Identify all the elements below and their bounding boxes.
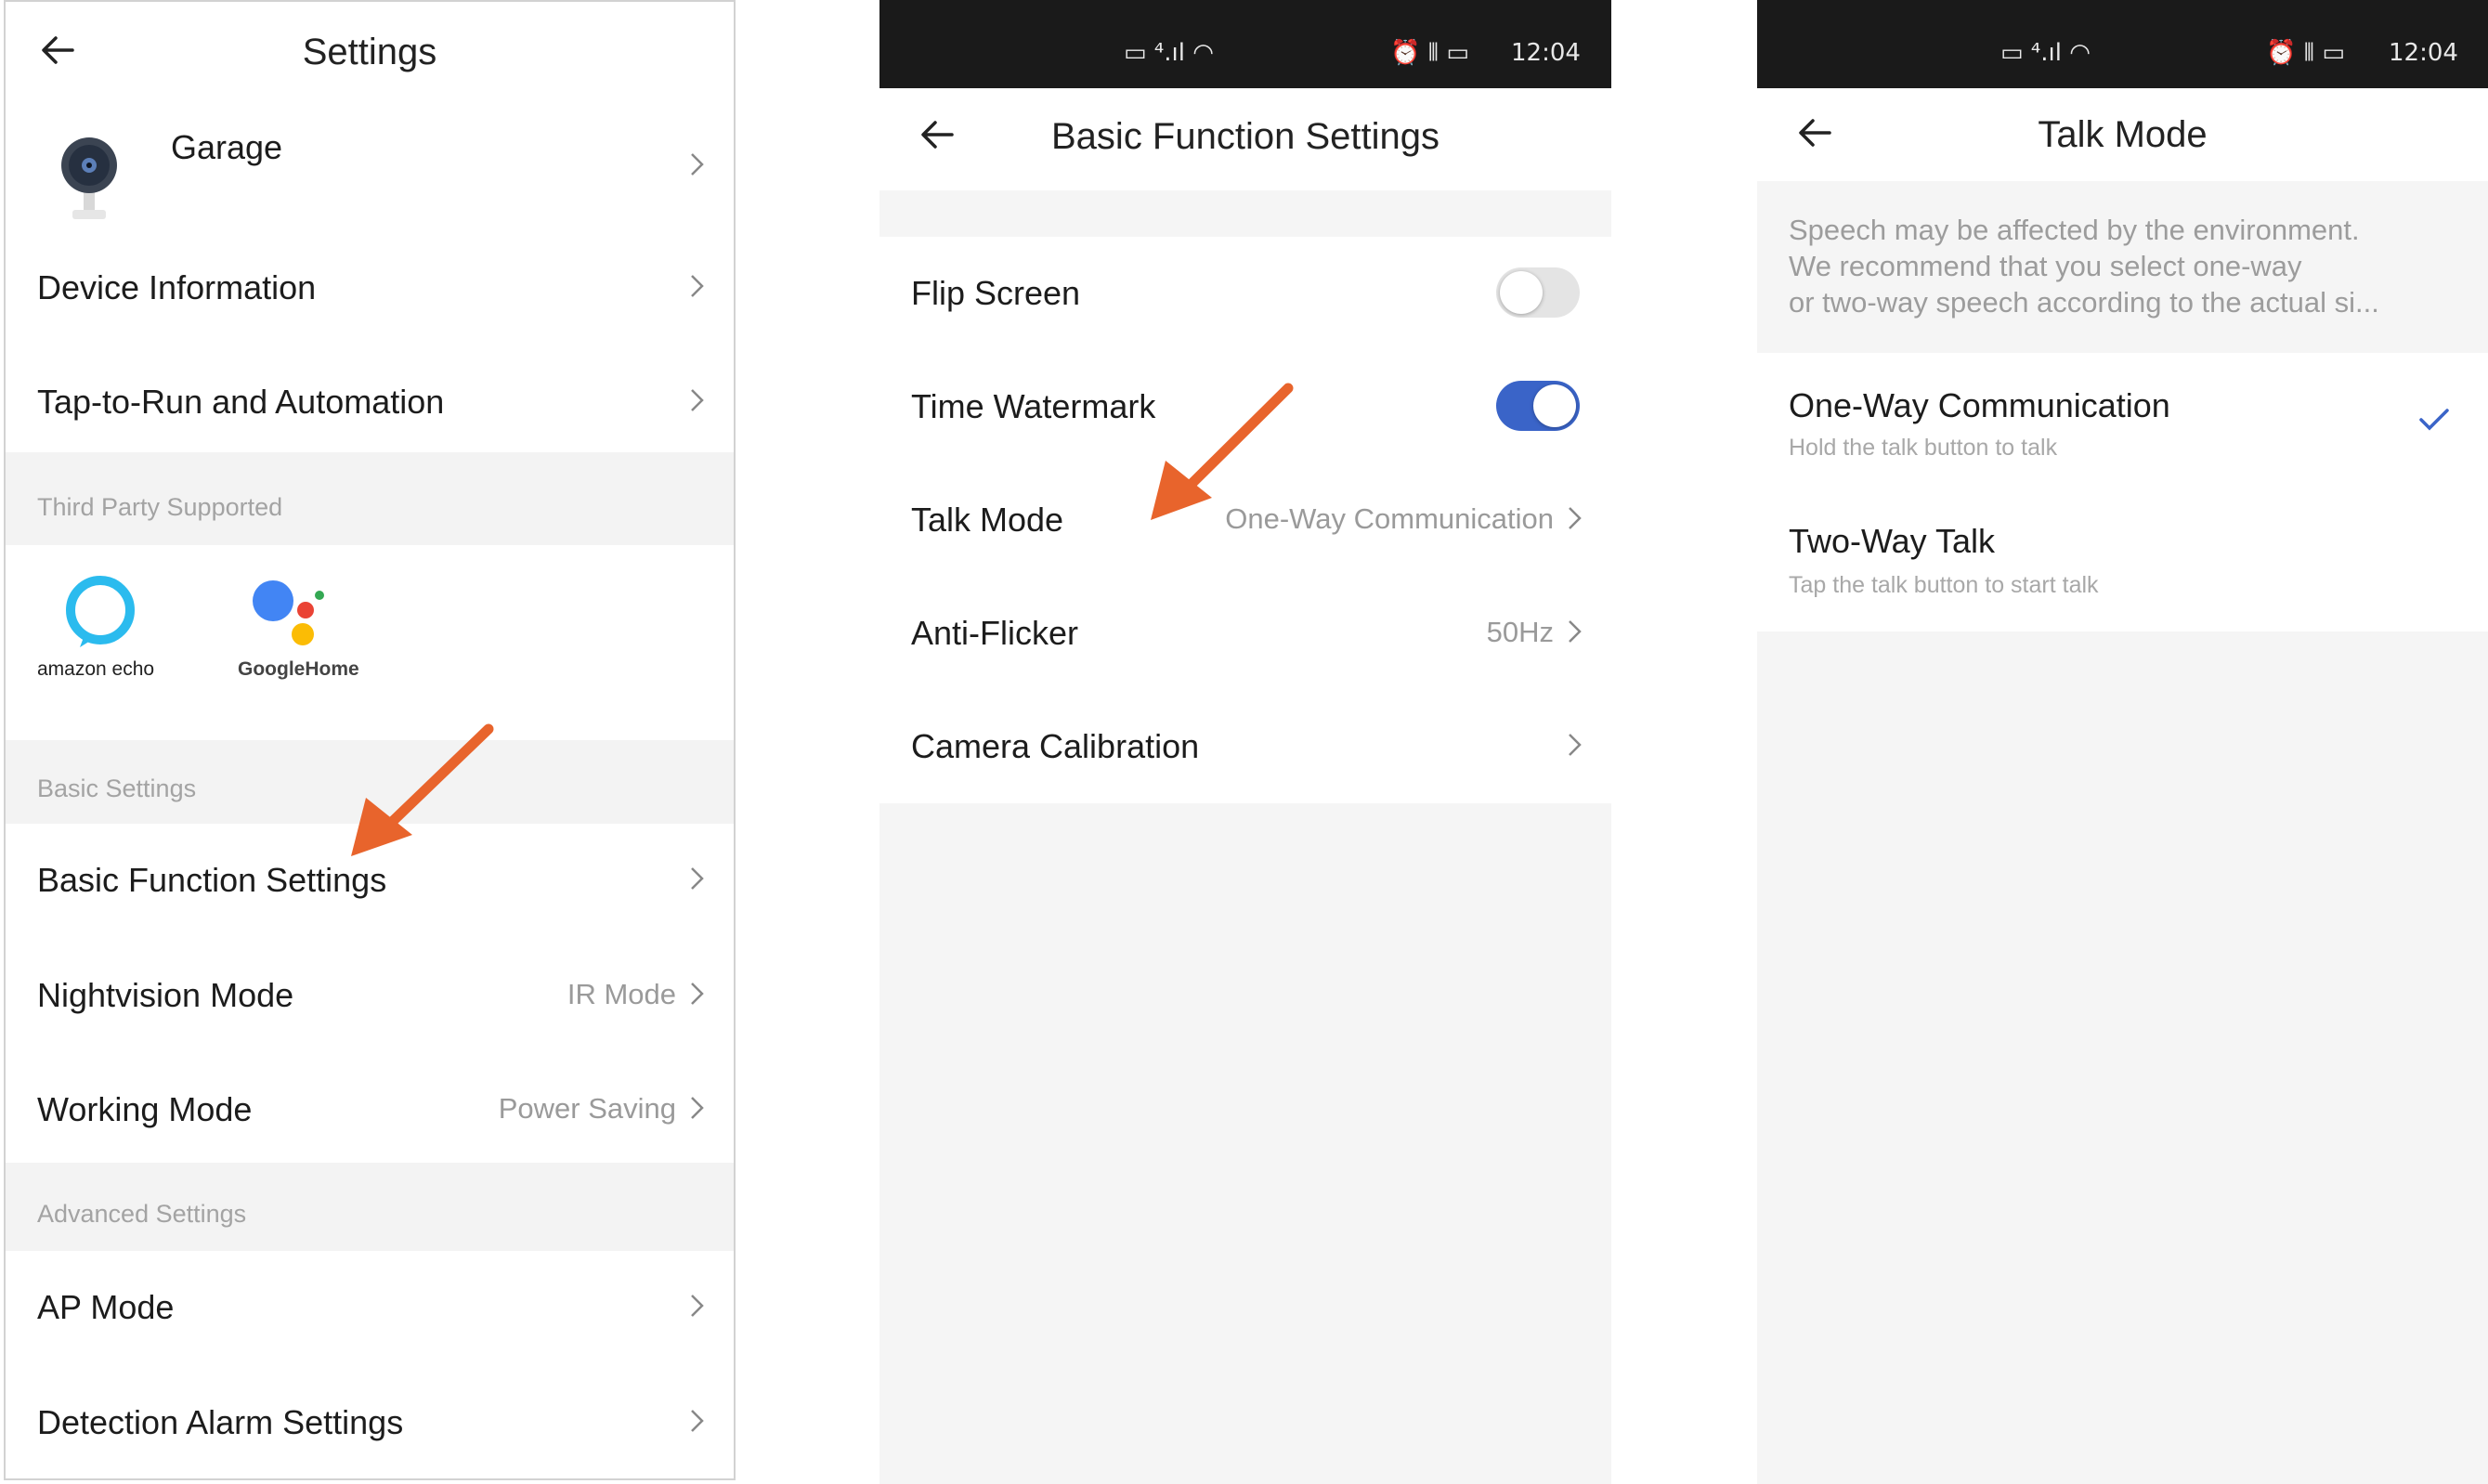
row-label: AP Mode — [37, 1288, 175, 1326]
chevron-right-icon — [691, 1410, 704, 1432]
status-bar: ▭ ⁴.ıl ◠ ⏰ ⦀ ▭ 12:04 — [879, 0, 1611, 88]
page-title: Settings — [302, 32, 437, 72]
time-watermark-toggle[interactable] — [1496, 381, 1580, 431]
notice-line: We recommend that you select one-way — [1789, 250, 2302, 282]
row-value: Power Saving — [498, 1092, 676, 1125]
google-home-tile[interactable]: GoogleHome — [227, 573, 366, 712]
battery-icons: ⏰ ⦀ ▭ — [2266, 39, 2345, 67]
talk-mode-screen: ▭ ⁴.ıl ◠ ⏰ ⦀ ▭ 12:04 Talk Mode Speech ma… — [1757, 0, 2488, 1484]
toggle-knob — [1533, 384, 1576, 427]
chevron-right-icon — [691, 983, 704, 1005]
option-sub: Hold the talk button to talk — [1789, 435, 2058, 461]
row-label: Flip Screen — [911, 274, 1081, 312]
chevron-right-icon — [691, 1295, 704, 1317]
chevron-right-icon — [1569, 620, 1582, 643]
nav-bar: Talk Mode — [1757, 88, 2488, 181]
tap-to-run-row[interactable]: Tap-to-Run and Automation — [6, 344, 734, 450]
status-bar: ▭ ⁴.ıl ◠ ⏰ ⦀ ▭ 12:04 — [1757, 0, 2488, 88]
google-assistant-icon — [253, 580, 324, 645]
chevron-right-icon — [691, 153, 704, 176]
status-time: 12:04 — [1511, 39, 1581, 67]
section-header-third-party: Third Party Supported — [6, 452, 734, 545]
chevron-right-icon — [1569, 507, 1582, 529]
row-label: Anti-Flicker — [911, 614, 1079, 652]
ap-mode-row[interactable]: AP Mode — [6, 1251, 734, 1358]
flip-screen-row: Flip Screen — [879, 237, 1611, 350]
row-label: Talk Mode — [911, 501, 1064, 539]
signal-icons: ▭ ⁴.ıl ◠ — [1124, 39, 1214, 67]
row-label: Nightvision Mode — [37, 976, 294, 1014]
alexa-icon — [66, 576, 135, 647]
row-label: Working Mode — [37, 1090, 253, 1128]
section-label: Basic Settings — [37, 775, 197, 802]
alexa-tile[interactable]: amazon echo — [37, 573, 154, 712]
third-party-row: amazon echo GoogleHome — [6, 545, 734, 740]
notice-line: or two-way speech according to the actua… — [1789, 286, 2379, 319]
nav-bar: Basic Function Settings — [879, 88, 1611, 190]
anti-flicker-row[interactable]: Anti-Flicker 50Hz — [879, 577, 1611, 690]
pointer-arrow-icon — [351, 723, 494, 856]
alexa-label: amazon echo — [37, 658, 155, 680]
detection-alarm-settings-row[interactable]: Detection Alarm Settings — [6, 1364, 734, 1471]
chevron-right-icon — [1569, 734, 1582, 756]
row-label: Detection Alarm Settings — [37, 1403, 404, 1441]
row-label: Tap-to-Run and Automation — [37, 383, 445, 421]
row-label: Time Watermark — [911, 387, 1156, 425]
option-label: One-Way Communication — [1789, 386, 2170, 424]
camera-calibration-row[interactable]: Camera Calibration — [879, 690, 1611, 803]
working-mode-row[interactable]: Working Mode Power Saving — [6, 1051, 734, 1158]
signal-icons: ▭ ⁴.ıl ◠ — [2000, 39, 2091, 67]
camera-icon — [61, 137, 117, 219]
talk-options-list: One-Way Communication Hold the talk butt… — [1757, 353, 2488, 631]
chevron-right-icon — [691, 1097, 704, 1119]
chevron-right-icon — [691, 275, 704, 297]
option-sub: Tap the talk button to start talk — [1789, 572, 2099, 598]
option-two-way[interactable]: Two-Way Talk Tap the talk button to star… — [1757, 492, 2488, 631]
status-time: 12:04 — [2389, 39, 2458, 67]
basic-function-settings-screen: ▭ ⁴.ıl ◠ ⏰ ⦀ ▭ 12:04 Basic Function Sett… — [879, 0, 1611, 1484]
section-header-advanced: Advanced Settings — [6, 1163, 734, 1251]
row-label: Camera Calibration — [911, 727, 1200, 765]
device-name: Garage — [171, 128, 283, 166]
row-label: Device Information — [37, 268, 317, 306]
page-title: Basic Function Settings — [1051, 116, 1439, 157]
flip-screen-toggle[interactable] — [1496, 267, 1580, 318]
row-label: Basic Function Settings — [37, 861, 387, 899]
notice-line: Speech may be affected by the environmen… — [1789, 214, 2360, 246]
device-row[interactable]: Garage — [6, 113, 734, 220]
device-information-row[interactable]: Device Information — [6, 229, 734, 336]
option-one-way[interactable]: One-Way Communication Hold the talk butt… — [1757, 353, 2488, 492]
battery-icons: ⏰ ⦀ ▭ — [1390, 39, 1469, 67]
section-label: Advanced Settings — [37, 1200, 247, 1228]
row-value: IR Mode — [567, 978, 676, 1010]
toggle-knob — [1500, 271, 1543, 314]
nightvision-mode-row[interactable]: Nightvision Mode IR Mode — [6, 937, 734, 1044]
page-title: Talk Mode — [2038, 114, 2208, 155]
option-label: Two-Way Talk — [1789, 522, 1996, 560]
section-label: Third Party Supported — [37, 493, 283, 521]
chevron-right-icon — [691, 389, 704, 411]
row-value: 50Hz — [1486, 616, 1554, 648]
chevron-right-icon — [691, 867, 704, 890]
settings-screen: Settings Garage Device Information Tap-t… — [4, 0, 736, 1480]
checkmark-icon — [2419, 409, 2449, 431]
talk-mode-notice: Speech may be affected by the environmen… — [1789, 212, 2469, 320]
pointer-arrow-icon — [1151, 383, 1294, 520]
google-home-label: GoogleHome — [238, 658, 359, 680]
